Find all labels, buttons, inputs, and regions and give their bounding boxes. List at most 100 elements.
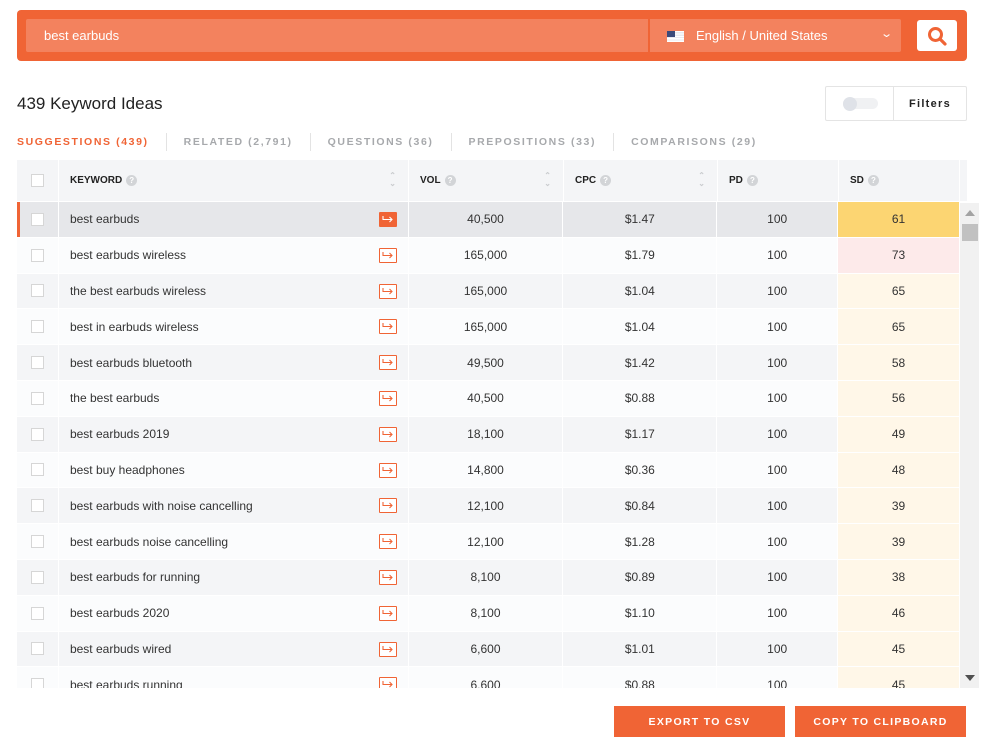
keyword-text[interactable]: best earbuds with noise cancelling [70, 499, 253, 513]
help-icon[interactable]: ? [746, 175, 758, 186]
toggle-knob[interactable] [843, 97, 857, 111]
vol-cell: 165,000 [409, 237, 564, 273]
open-keyword-icon[interactable] [378, 426, 397, 442]
column-label: SD [850, 175, 864, 186]
table-row[interactable]: best earbuds with noise cancelling 12,100… [17, 488, 960, 525]
table-scrollbar[interactable] [960, 203, 979, 688]
column-cpc[interactable]: CPC ? ⌃ ⌄ [564, 160, 718, 201]
row-checkbox[interactable] [30, 606, 44, 620]
open-keyword-icon[interactable] [378, 355, 397, 371]
keyword-text[interactable]: best earbuds [70, 212, 139, 226]
filters-toggle[interactable] [826, 87, 894, 120]
copy-clipboard-button[interactable]: COPY TO CLIPBOARD [795, 706, 966, 737]
row-checkbox[interactable] [30, 463, 44, 477]
row-checkbox[interactable] [30, 248, 44, 262]
keyword-search-input[interactable] [26, 19, 648, 52]
row-checkbox-cell [17, 631, 59, 667]
row-checkbox[interactable] [30, 320, 44, 334]
sd-cell: 65 [838, 309, 960, 345]
pd-cell: 100 [717, 595, 839, 631]
keyword-text[interactable]: best earbuds 2020 [70, 606, 169, 620]
column-keyword[interactable]: KEYWORD ? ⌃ ⌄ [59, 160, 409, 201]
keyword-text[interactable]: best earbuds wireless [70, 248, 186, 262]
table-row[interactable]: best earbuds wired 6,600 $1.01 100 45 [17, 631, 960, 668]
pd-cell: 100 [717, 345, 839, 380]
sd-cell: 45 [838, 631, 960, 667]
language-location-select[interactable]: English / United States ⌄ [650, 19, 901, 52]
sd-cell: 49 [838, 416, 960, 452]
open-keyword-icon[interactable] [378, 462, 397, 478]
table-row[interactable]: best earbuds 2020 8,100 $1.10 100 46 [17, 595, 960, 632]
keyword-text[interactable]: best earbuds running [70, 678, 183, 688]
scroll-thumb[interactable] [962, 224, 978, 241]
sort-icon[interactable]: ⌃ ⌄ [389, 172, 396, 188]
sd-cell: 38 [838, 559, 960, 595]
keyword-cell: best earbuds for running [59, 559, 409, 595]
row-checkbox[interactable] [30, 427, 44, 441]
sort-icon[interactable]: ⌃ ⌄ [698, 172, 705, 188]
row-checkbox[interactable] [30, 499, 44, 513]
row-checkbox[interactable] [30, 642, 44, 656]
row-checkbox-cell [17, 667, 59, 688]
open-keyword-icon[interactable] [378, 677, 397, 688]
open-keyword-icon[interactable] [378, 569, 397, 585]
help-icon[interactable]: ? [444, 175, 456, 186]
row-checkbox[interactable] [30, 212, 44, 226]
table-row[interactable]: the best earbuds 40,500 $0.88 100 56 [17, 380, 960, 417]
keyword-text[interactable]: best earbuds 2019 [70, 427, 169, 441]
help-icon[interactable]: ? [126, 175, 138, 186]
keyword-text[interactable]: the best earbuds wireless [70, 284, 206, 298]
export-csv-button[interactable]: EXPORT TO CSV [614, 706, 785, 737]
table-row[interactable]: best buy headphones 14,800 $0.36 100 48 [17, 452, 960, 489]
tab-related[interactable]: RELATED (2,791) [165, 133, 310, 151]
open-keyword-icon[interactable] [378, 605, 397, 621]
table-row[interactable]: best earbuds 2019 18,100 $1.17 100 49 [17, 416, 960, 453]
select-all-checkbox[interactable] [31, 174, 44, 187]
keyword-text[interactable]: best earbuds for running [70, 570, 200, 584]
column-vol[interactable]: VOL ? ⌃ ⌄ [409, 160, 564, 201]
tab-prepositions[interactable]: PREPOSITIONS (33) [450, 133, 614, 151]
toggle-track[interactable] [843, 97, 878, 111]
sd-cell: 61 [838, 202, 960, 237]
table-row[interactable]: best in earbuds wireless 165,000 $1.04 100 6… [17, 309, 960, 346]
tab-questions[interactable]: QUESTIONS (36) [309, 133, 451, 151]
sort-icon[interactable]: ⌃ ⌄ [544, 172, 551, 188]
table-row[interactable]: best earbuds wireless 165,000 $1.79 100 73 [17, 237, 960, 274]
scroll-up-arrow-icon[interactable] [965, 210, 975, 216]
keyword-text[interactable]: best buy headphones [70, 463, 185, 477]
row-checkbox[interactable] [30, 284, 44, 298]
open-keyword-icon[interactable] [378, 247, 397, 263]
keyword-text[interactable]: the best earbuds [70, 391, 159, 405]
table-row[interactable]: best earbuds running 6,600 $0.88 100 45 [17, 667, 960, 688]
open-keyword-icon[interactable] [378, 319, 397, 335]
open-keyword-icon[interactable] [378, 641, 397, 657]
open-keyword-icon[interactable] [378, 498, 397, 514]
tab-comparisons[interactable]: COMPARISONS (29) [613, 133, 774, 151]
table-row[interactable]: best earbuds 40,500 $1.47 100 61 [17, 202, 960, 238]
keyword-text[interactable]: best earbuds noise cancelling [70, 535, 228, 549]
keyword-text[interactable]: best earbuds wired [70, 642, 171, 656]
open-keyword-icon[interactable] [378, 390, 397, 406]
table-row[interactable]: best earbuds for running 8,100 $0.89 100 38 [17, 559, 960, 596]
vol-cell: 18,100 [409, 416, 564, 452]
keyword-text[interactable]: best earbuds bluetooth [70, 356, 192, 370]
open-keyword-icon[interactable] [378, 212, 397, 227]
row-checkbox[interactable] [30, 678, 44, 688]
table-row[interactable]: the best earbuds wireless 165,000 $1.04 100… [17, 273, 960, 310]
open-keyword-icon[interactable] [378, 283, 397, 299]
search-button[interactable] [917, 20, 957, 51]
keyword-text[interactable]: best in earbuds wireless [70, 320, 199, 334]
scroll-down-arrow-icon[interactable] [965, 675, 975, 681]
tab-suggestions[interactable]: SUGGESTIONS (439) [17, 133, 166, 151]
table-row[interactable]: best earbuds noise cancelling 12,100 $1.28… [17, 524, 960, 560]
row-checkbox[interactable] [30, 535, 44, 549]
filters-button[interactable]: Filters [894, 87, 966, 120]
help-icon[interactable]: ? [867, 175, 879, 186]
row-checkbox[interactable] [30, 391, 44, 405]
open-keyword-icon[interactable] [378, 534, 397, 550]
row-checkbox[interactable] [30, 356, 44, 370]
row-checkbox[interactable] [30, 570, 44, 584]
help-icon[interactable]: ? [600, 175, 612, 186]
row-checkbox-cell [17, 416, 59, 452]
table-row[interactable]: best earbuds bluetooth 49,500 $1.42 100 58 [17, 345, 960, 381]
